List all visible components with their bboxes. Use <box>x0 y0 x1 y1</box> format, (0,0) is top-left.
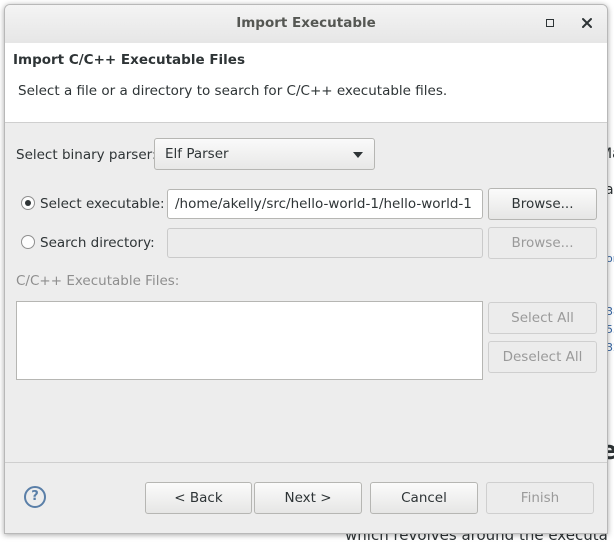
header-title: Import C/C++ Executable Files <box>13 52 245 68</box>
binary-parser-label: Select binary parser: <box>16 147 157 163</box>
close-icon <box>582 18 592 28</box>
close-button[interactable] <box>578 14 596 32</box>
executable-path-value: /home/akelly/src/hello-world-1/hello-wor… <box>175 196 472 212</box>
binary-parser-value: Elf Parser <box>165 146 229 162</box>
maximize-button[interactable] <box>541 14 559 32</box>
select-all-button[interactable]: Select All <box>488 302 597 334</box>
import-executable-dialog: Import Executable Import C/C++ Executabl… <box>4 4 608 534</box>
search-directory-label[interactable]: Search directory: <box>40 235 155 251</box>
radio-selected-dot <box>25 200 31 206</box>
next-button[interactable]: Next > <box>254 482 362 514</box>
browse-directory-button[interactable]: Browse... <box>488 227 597 259</box>
help-icon[interactable]: ? <box>24 486 46 508</box>
header-banner: Import C/C++ Executable Files Select a f… <box>5 43 607 123</box>
cancel-button[interactable]: Cancel <box>370 482 478 514</box>
finish-button[interactable]: Finish <box>486 482 594 514</box>
executable-files-list[interactable] <box>16 301 483 380</box>
search-directory-field[interactable] <box>167 228 483 258</box>
binary-parser-dropdown[interactable]: Elf Parser <box>154 138 375 170</box>
deselect-all-button[interactable]: Deselect All <box>488 341 597 373</box>
search-directory-radio[interactable] <box>21 235 35 249</box>
footer-separator <box>5 462 607 463</box>
executable-files-label: C/C++ Executable Files: <box>16 273 180 289</box>
header-description: Select a file or a directory to search f… <box>18 83 448 99</box>
titlebar: Import Executable <box>5 5 607 43</box>
select-executable-radio[interactable] <box>21 196 35 210</box>
back-button[interactable]: < Back <box>145 482 252 514</box>
browse-executable-button[interactable]: Browse... <box>488 188 597 220</box>
maximize-icon <box>546 19 554 27</box>
executable-path-field[interactable]: /home/akelly/src/hello-world-1/hello-wor… <box>167 189 483 219</box>
chevron-down-icon <box>353 152 363 158</box>
select-executable-label[interactable]: Select executable: <box>40 196 165 212</box>
dialog-title: Import Executable <box>236 15 376 31</box>
